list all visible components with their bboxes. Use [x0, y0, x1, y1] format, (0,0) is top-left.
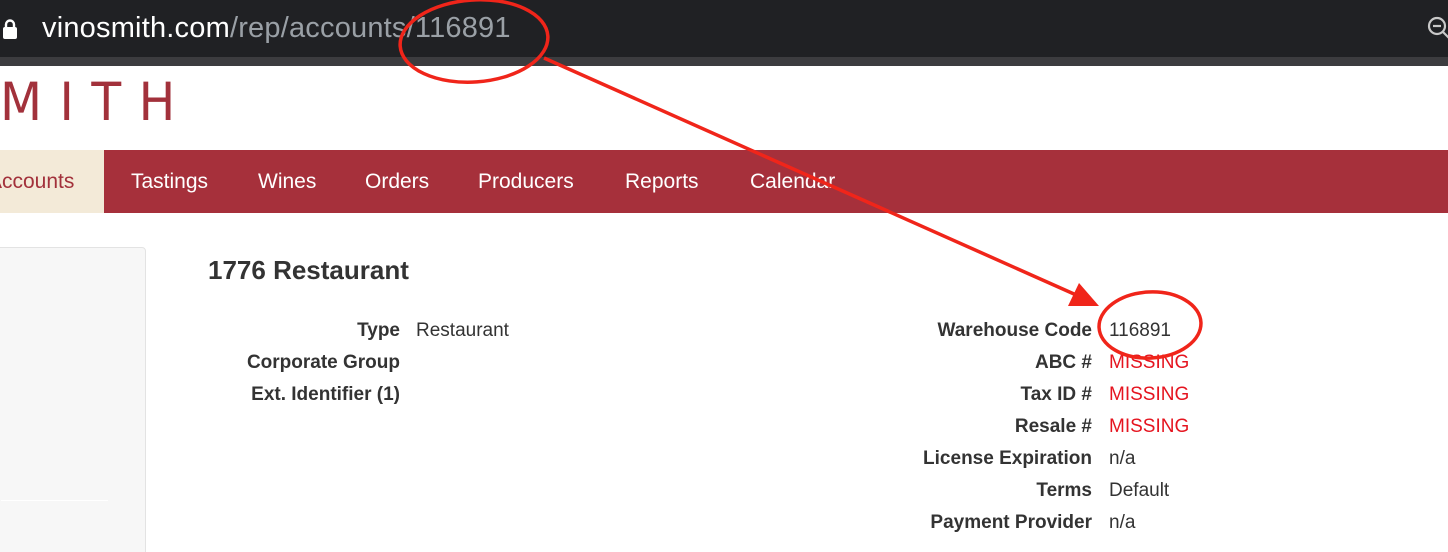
sidebar-panel	[0, 247, 146, 552]
site-logo[interactable]: MITH	[0, 73, 193, 133]
annotation-arrow-head	[1068, 283, 1099, 306]
terms-value: Default	[1109, 480, 1170, 501]
url-path: /rep/accounts/116891	[229, 12, 511, 44]
url-text[interactable]: vinosmith.com/rep/accounts/116891	[42, 10, 511, 46]
terms-label: Terms	[1036, 480, 1092, 501]
tax-id-value: MISSING	[1109, 384, 1190, 405]
payment-provider-value: n/a	[1109, 512, 1136, 533]
resale-number-label: Resale #	[1014, 416, 1092, 437]
nav-item-wines[interactable]: Wines	[258, 150, 316, 213]
abc-number-value: MISSING	[1109, 352, 1190, 373]
nav-item-orders[interactable]: Orders	[365, 150, 429, 213]
nav-item-tastings[interactable]: Tastings	[131, 150, 208, 213]
resale-number-value: MISSING	[1109, 416, 1190, 437]
zoom-out-icon[interactable]	[1426, 15, 1448, 39]
account-title: 1776 Restaurant	[208, 255, 409, 285]
corporate-group-label: Corporate Group	[246, 352, 400, 373]
nav-item-accounts[interactable]: Accounts	[0, 150, 104, 213]
license-expiration-value: n/a	[1109, 448, 1136, 469]
main-nav: Accounts Tastings Wines Orders Producers…	[0, 150, 1448, 213]
payment-provider-label: Payment Provider	[930, 512, 1092, 533]
abc-number-label: ABC #	[1034, 352, 1092, 373]
warehouse-code-value: 116891	[1109, 320, 1171, 341]
url-host: vinosmith.com	[42, 12, 230, 44]
lock-icon	[3, 19, 17, 39]
tax-id-label: Tax ID #	[1020, 384, 1092, 405]
warehouse-code-label: Warehouse Code	[937, 320, 1093, 341]
browser-frame-edge	[0, 57, 1448, 66]
nav-item-calendar[interactable]: Calendar	[750, 150, 835, 213]
ext-identifier-label: Ext. Identifier (1)	[251, 384, 400, 405]
nav-item-producers[interactable]: Producers	[478, 150, 574, 213]
type-label: Type	[357, 320, 400, 341]
browser-address-bar[interactable]: vinosmith.com/rep/accounts/116891	[0, 0, 1448, 57]
sidebar-divider	[1, 500, 108, 501]
nav-item-reports[interactable]: Reports	[625, 150, 699, 213]
license-expiration-label: License Expiration	[923, 448, 1092, 469]
nav-item-label: Accounts	[0, 170, 75, 193]
type-value: Restaurant	[416, 320, 509, 341]
